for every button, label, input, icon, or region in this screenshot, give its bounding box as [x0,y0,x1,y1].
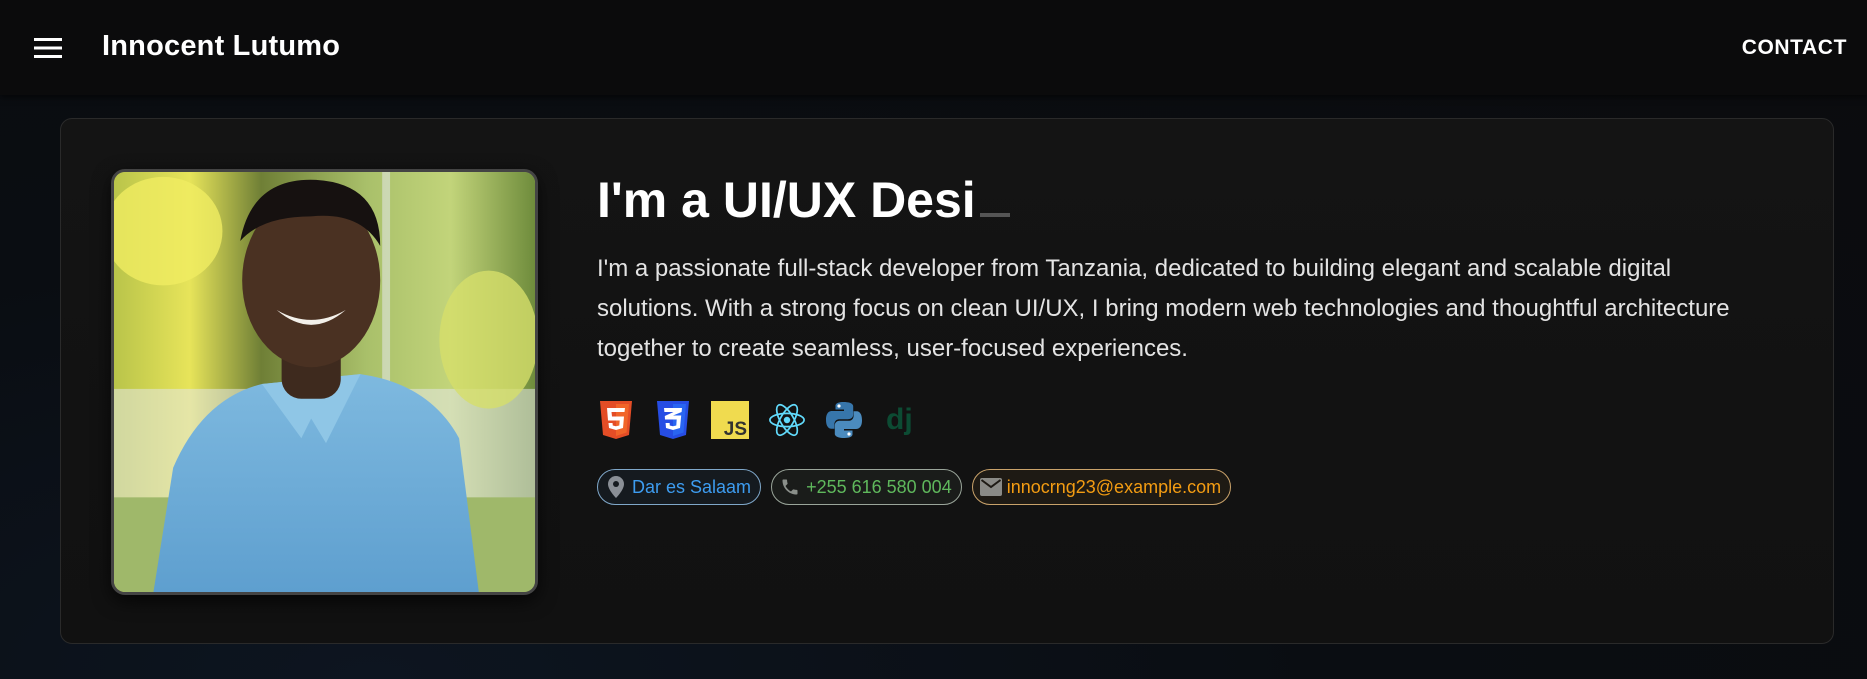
phone-chip[interactable]: +255 616 580 004 [771,469,962,505]
django-icon: dj [882,400,920,440]
menu-button[interactable] [24,27,72,69]
bio-text: I'm a passionate full-stack developer fr… [597,255,1730,362]
phone-icon [778,475,802,499]
email-text: innocrng23@example.com [1006,476,1222,497]
typing-cursor [979,213,1010,217]
contact-chips: Dar es Salaam +255 616 580 004 innocrng2… [597,469,1232,505]
tech-stack-icons: JS dj [597,399,920,441]
svg-text:JS: JS [724,419,747,439]
app-bar: Innocent Lutumo CONTACT [0,0,1867,95]
css3-icon [654,400,692,440]
headline-text: I'm a UI/UX Desi [597,172,976,228]
location-pin-icon [604,475,628,499]
email-chip[interactable]: innocrng23@example.com [971,469,1232,505]
location-chip[interactable]: Dar es Salaam [597,469,762,505]
hero-card: I'm a UI/UX Desi I'm a passionate full-s… [60,118,1834,644]
hamburger-menu-icon [34,38,62,58]
phone-text: +255 616 580 004 [806,476,952,497]
html5-icon [597,400,635,440]
python-icon [825,400,863,440]
svg-text:dj: dj [886,403,913,436]
react-icon [768,400,806,440]
contact-link[interactable]: CONTACT [1742,36,1847,60]
javascript-icon: JS [711,400,749,440]
email-icon [979,475,1003,499]
headline: I'm a UI/UX Desi [597,171,1010,229]
location-text: Dar es Salaam [632,476,752,497]
profile-photo [111,169,538,595]
brand-title[interactable]: Innocent Lutumo [102,30,340,63]
